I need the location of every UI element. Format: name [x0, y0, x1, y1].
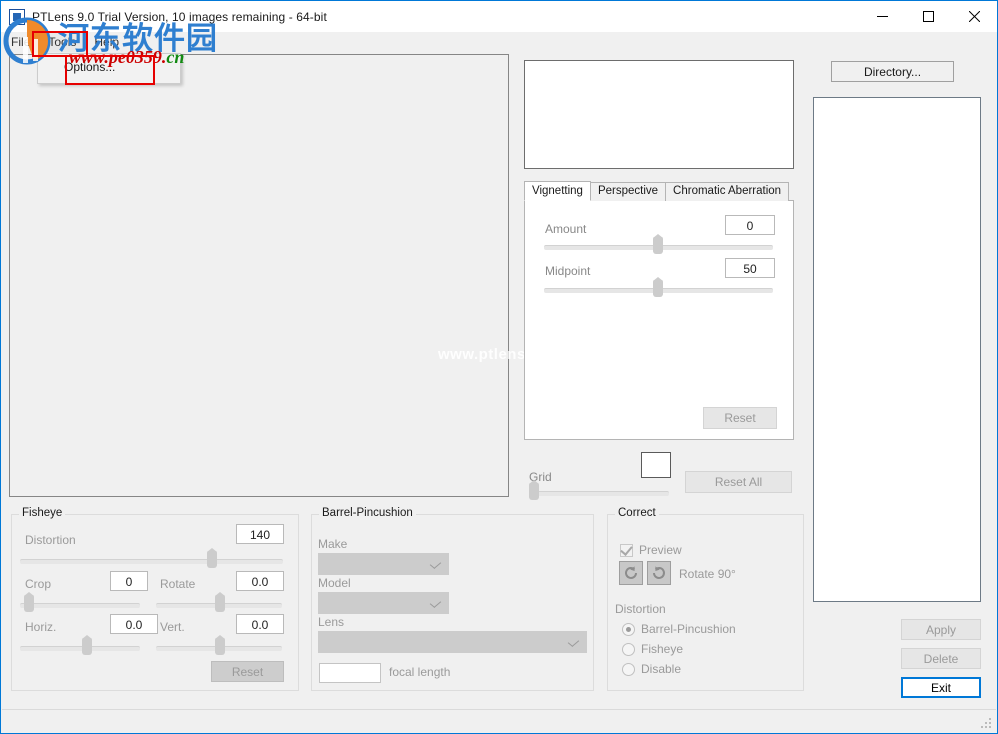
fisheye-vert-value[interactable]: 0.0: [236, 614, 284, 634]
rotate-ccw-button[interactable]: [619, 561, 643, 585]
app-icon: [9, 8, 25, 25]
fisheye-distortion-value[interactable]: 140: [236, 524, 284, 544]
menu-help[interactable]: Help: [86, 33, 127, 52]
check-icon: [620, 543, 633, 556]
fisheye-vert-thumb[interactable]: [215, 635, 225, 655]
fisheye-vert-label: Vert.: [160, 620, 185, 634]
title-bar: PTLens 9.0 Trial Version, 10 images rema…: [1, 1, 997, 32]
tab-vignetting[interactable]: Vignetting: [524, 181, 591, 201]
minimize-button[interactable]: [859, 1, 905, 32]
chevron-down-icon: [429, 559, 442, 569]
rotate-counterclockwise-icon: [625, 566, 637, 579]
midpoint-label: Midpoint: [545, 264, 591, 278]
fisheye-group-title: Fisheye: [19, 507, 66, 519]
window-title: PTLens 9.0 Trial Version, 10 images rema…: [32, 9, 327, 24]
midpoint-value[interactable]: 50: [725, 258, 775, 278]
minimize-icon: [876, 16, 888, 17]
tab-chromatic-aberration[interactable]: Chromatic Aberration: [665, 182, 790, 201]
amount-slider-thumb[interactable]: [653, 234, 663, 254]
fisheye-crop-value[interactable]: 0: [110, 571, 148, 591]
radio-label-barrel-pincushion: Barrel-Pincushion: [641, 622, 736, 636]
radio-fisheye[interactable]: [622, 643, 635, 656]
distortion-group-label: Distortion: [615, 602, 666, 616]
rotate-cw-button[interactable]: [647, 561, 671, 585]
preview-label: Preview: [639, 543, 682, 557]
close-icon: [968, 11, 980, 22]
maximize-icon: [922, 11, 934, 22]
fisheye-crop-track[interactable]: [20, 603, 140, 608]
model-label: Model: [318, 576, 351, 590]
model-dropdown[interactable]: [318, 592, 449, 614]
menu-item-options[interactable]: Options...: [38, 54, 180, 80]
fisheye-rotate-value[interactable]: 0.0: [236, 571, 284, 591]
fisheye-distortion-track[interactable]: [20, 559, 283, 564]
radio-barrel-pincushion[interactable]: [622, 623, 635, 636]
fisheye-distortion-thumb[interactable]: [207, 548, 217, 568]
directory-file-list[interactable]: [813, 97, 981, 602]
chevron-down-icon: [429, 598, 442, 608]
apply-button[interactable]: Apply: [901, 619, 981, 640]
ptlens-main-window: PTLens 9.0 Trial Version, 10 images rema…: [0, 0, 998, 734]
maximize-button[interactable]: [905, 1, 951, 32]
rotate-clockwise-icon: [653, 566, 665, 579]
adjustment-tabs: Vignetting Perspective Chromatic Aberrat…: [524, 181, 794, 201]
fisheye-distortion-label: Distortion: [25, 533, 76, 547]
make-label: Make: [318, 537, 348, 551]
status-bar: [2, 709, 996, 732]
grid-slider-thumb[interactable]: [529, 480, 539, 500]
chevron-down-icon: [567, 637, 580, 647]
focal-length-label: focal length: [389, 665, 451, 679]
radio-label-fisheye: Fisheye: [641, 642, 684, 656]
fisheye-horiz-track[interactable]: [20, 646, 140, 651]
window-controls: [859, 1, 997, 32]
fisheye-reset-button[interactable]: Reset: [211, 661, 284, 682]
tab-perspective[interactable]: Perspective: [589, 182, 667, 201]
grid-color-swatch[interactable]: [641, 452, 671, 478]
barrel-pincushion-group: Barrel-Pincushion Make Model Lens focal …: [311, 507, 594, 691]
reset-all-button[interactable]: Reset All: [685, 471, 792, 493]
lens-label: Lens: [318, 615, 345, 629]
midpoint-slider-thumb[interactable]: [653, 277, 663, 297]
vignetting-reset-button[interactable]: Reset: [703, 407, 777, 429]
amount-label: Amount: [545, 222, 587, 236]
tools-dropdown-menu: Options...: [37, 53, 181, 84]
radio-disable[interactable]: [622, 663, 635, 676]
fisheye-horiz-value[interactable]: 0.0: [110, 614, 158, 634]
fisheye-rotate-thumb[interactable]: [215, 592, 225, 612]
fisheye-group: Fisheye Distortion 140 Crop 0 Rotate 0.0…: [11, 507, 299, 691]
amount-value[interactable]: 0: [725, 215, 775, 235]
barrel-group-title: Barrel-Pincushion: [319, 507, 416, 519]
lens-dropdown[interactable]: [318, 631, 587, 653]
menu-file[interactable]: File: [3, 33, 38, 52]
fisheye-horiz-label: Horiz.: [25, 620, 57, 634]
close-button[interactable]: [951, 1, 997, 32]
correct-group: Correct Preview Rotate 90° Distortion Ba…: [607, 507, 804, 691]
correct-group-title: Correct: [615, 507, 659, 519]
radio-label-disable: Disable: [641, 662, 682, 676]
exit-button[interactable]: Exit: [901, 677, 981, 698]
rotate-90-label: Rotate 90°: [679, 567, 736, 581]
fisheye-crop-label: Crop: [25, 577, 52, 591]
fisheye-horiz-thumb[interactable]: [82, 635, 92, 655]
vignetting-panel: Amount 0 Midpoint 50 Reset: [524, 200, 794, 440]
menu-bar: File Tools Help: [1, 32, 997, 53]
fisheye-rotate-label: Rotate: [160, 577, 196, 591]
resize-grip-icon[interactable]: [981, 718, 993, 730]
preview-checkbox[interactable]: [620, 543, 633, 557]
delete-button[interactable]: Delete: [901, 648, 981, 669]
focal-length-input[interactable]: [319, 663, 381, 683]
preview-thumbnail: [524, 60, 794, 169]
grid-slider-track[interactable]: [529, 491, 669, 496]
directory-button[interactable]: Directory...: [831, 61, 954, 82]
image-canvas[interactable]: [9, 54, 509, 497]
fisheye-crop-thumb[interactable]: [24, 592, 34, 612]
make-dropdown[interactable]: [318, 553, 449, 575]
menu-tools[interactable]: Tools: [40, 33, 85, 52]
